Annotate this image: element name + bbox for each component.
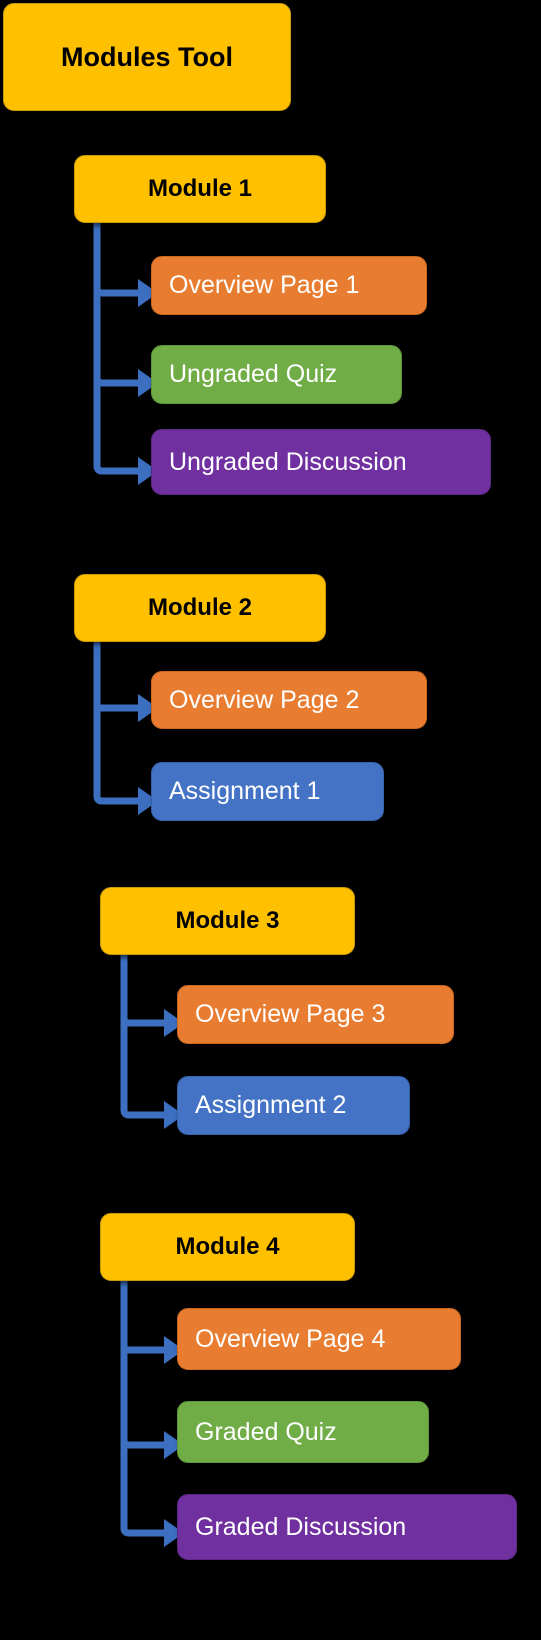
node-label: Assignment 2 bbox=[195, 1091, 347, 1120]
node-label: Assignment 1 bbox=[169, 777, 321, 806]
node-label: Overview Page 1 bbox=[169, 271, 360, 300]
connector-group-module-4 bbox=[120, 1280, 184, 1547]
node-label: Modules Tool bbox=[61, 41, 233, 72]
node-overview-page-3[interactable]: Overview Page 3 bbox=[177, 985, 454, 1044]
node-ungraded-discussion[interactable]: Ungraded Discussion bbox=[151, 429, 491, 495]
node-module-4[interactable]: Module 4 bbox=[100, 1213, 355, 1281]
node-module-2[interactable]: Module 2 bbox=[74, 574, 326, 642]
node-label: Module 3 bbox=[175, 907, 280, 935]
connector-group-module-1 bbox=[93, 222, 158, 485]
diagram-canvas: Modules Tool Module 1 Overview Page 1 Un… bbox=[0, 0, 541, 1640]
node-overview-page-2[interactable]: Overview Page 2 bbox=[151, 671, 427, 729]
node-label: Module 2 bbox=[147, 594, 252, 622]
node-overview-page-1[interactable]: Overview Page 1 bbox=[151, 256, 427, 315]
node-graded-discussion[interactable]: Graded Discussion bbox=[177, 1494, 517, 1560]
node-label: Ungraded Quiz bbox=[169, 360, 338, 389]
connector-group-module-3 bbox=[120, 954, 184, 1129]
node-label: Graded Discussion bbox=[195, 1512, 407, 1541]
node-label: Ungraded Discussion bbox=[169, 447, 407, 476]
node-label: Overview Page 2 bbox=[169, 685, 360, 714]
node-modules-tool[interactable]: Modules Tool bbox=[3, 3, 291, 111]
node-assignment-2[interactable]: Assignment 2 bbox=[177, 1076, 410, 1135]
node-module-1[interactable]: Module 1 bbox=[74, 155, 326, 223]
node-assignment-1[interactable]: Assignment 1 bbox=[151, 762, 384, 821]
node-label: Graded Quiz bbox=[195, 1417, 337, 1446]
node-overview-page-4[interactable]: Overview Page 4 bbox=[177, 1308, 461, 1370]
node-ungraded-quiz[interactable]: Ungraded Quiz bbox=[151, 345, 402, 404]
node-graded-quiz[interactable]: Graded Quiz bbox=[177, 1401, 429, 1463]
node-label: Overview Page 4 bbox=[195, 1324, 386, 1353]
node-label: Module 4 bbox=[175, 1233, 280, 1261]
node-label: Overview Page 3 bbox=[195, 1000, 386, 1029]
node-module-3[interactable]: Module 3 bbox=[100, 887, 355, 955]
node-label: Module 1 bbox=[147, 175, 252, 203]
connector-group-module-2 bbox=[93, 641, 158, 815]
